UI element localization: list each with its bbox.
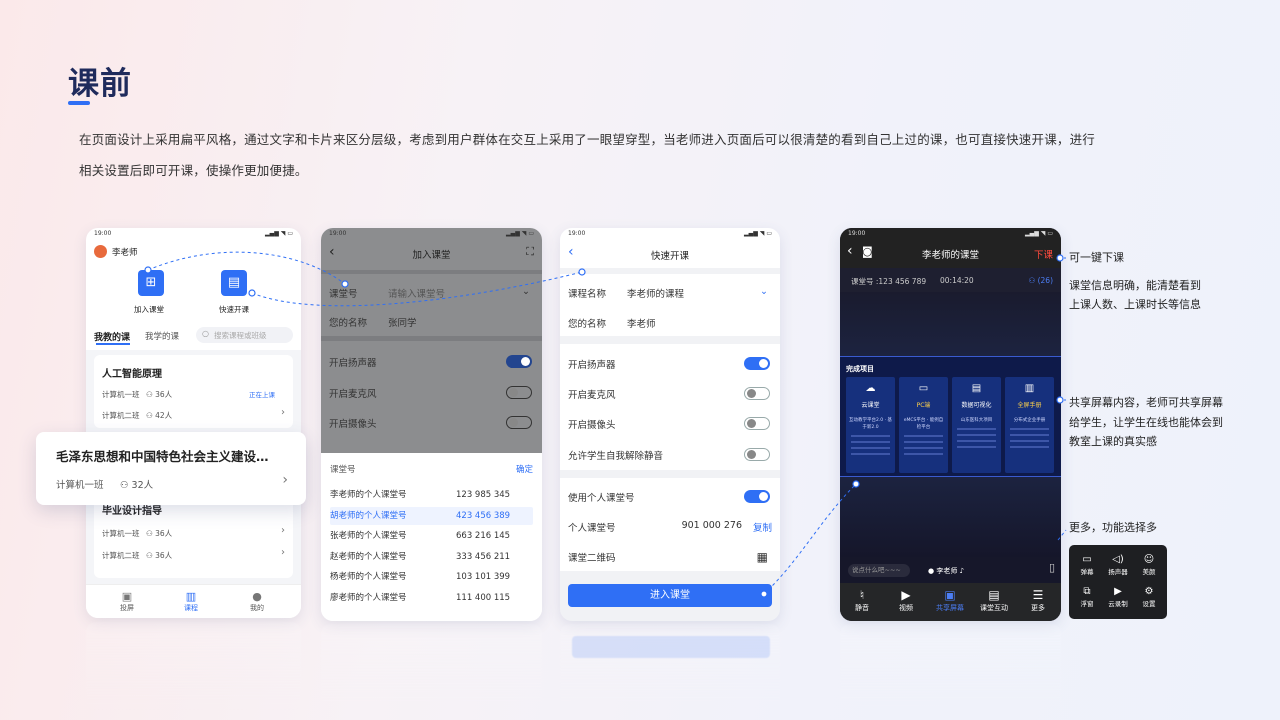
reflection [321,624,542,714]
connector-lines [144,251,1067,598]
reflection [86,622,301,712]
reflection [840,624,1061,714]
reflection [572,636,770,658]
